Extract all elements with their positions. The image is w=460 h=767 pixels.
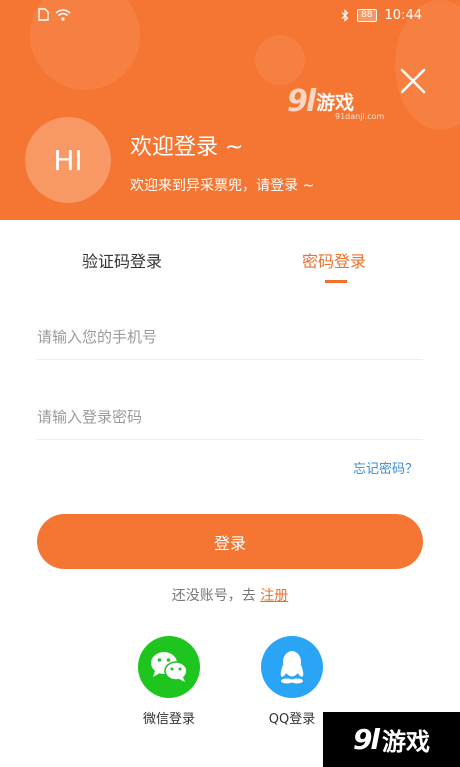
- battery-icon: 88: [357, 9, 377, 22]
- tab-password-login[interactable]: 密码登录: [302, 248, 366, 272]
- register-prompt: 还没账号，去 注册: [0, 585, 460, 605]
- avatar: HI: [25, 117, 111, 203]
- password-field: [37, 395, 423, 440]
- status-bar: 88 10:44: [0, 0, 460, 34]
- watermark-logo-bottom: 9l 游戏: [323, 712, 460, 767]
- password-input[interactable]: [37, 395, 423, 439]
- header-banner: 88 10:44 9l 游戏 91danji.com HI 欢迎登录 ~ 欢迎来…: [0, 0, 460, 220]
- decor-circle: [255, 35, 305, 85]
- wifi-icon: [55, 8, 71, 21]
- login-button[interactable]: 登录: [37, 514, 423, 569]
- welcome-title: 欢迎登录 ~: [130, 135, 244, 160]
- wechat-icon: [138, 636, 200, 698]
- forgot-password-link[interactable]: 忘记密码？: [353, 458, 418, 477]
- qq-icon: [261, 636, 323, 698]
- wechat-login-button[interactable]: 微信登录: [124, 636, 214, 727]
- bluetooth-icon: [341, 9, 349, 22]
- tab-sms-login[interactable]: 验证码登录: [82, 248, 162, 272]
- watermark-logo: 9l 游戏 91danji.com: [287, 84, 385, 121]
- register-prompt-text: 还没账号，去: [171, 588, 261, 604]
- register-link[interactable]: 注册: [260, 588, 288, 604]
- sim-icon: [38, 8, 49, 21]
- phone-field: [37, 315, 423, 360]
- status-time: 10:44: [384, 8, 422, 23]
- wechat-login-label: 微信登录: [142, 712, 195, 727]
- active-tab-indicator: [325, 280, 347, 283]
- welcome-subtitle: 欢迎来到异采票兜，请登录 ~: [130, 178, 315, 194]
- close-icon[interactable]: [398, 66, 428, 96]
- phone-input[interactable]: [37, 315, 423, 359]
